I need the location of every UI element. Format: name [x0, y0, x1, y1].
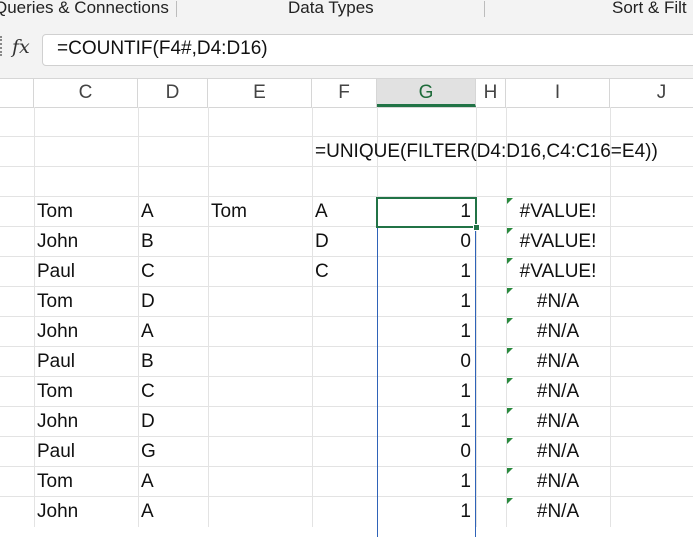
cell-f4[interactable]: A	[315, 197, 328, 227]
cell-c8[interactable]: John	[37, 317, 78, 347]
cell-g7[interactable]: 1	[377, 287, 471, 317]
cell-i6[interactable]: #VALUE!	[506, 257, 610, 287]
formula-input[interactable]: =COUNTIF(F4#,D4:D16)	[42, 34, 693, 66]
cell-d14[interactable]: A	[141, 497, 154, 527]
cell-i14[interactable]: #N/A	[506, 497, 610, 527]
cell-i12[interactable]: #N/A	[506, 437, 610, 467]
column-header-h[interactable]: H	[476, 79, 506, 107]
column-header-d[interactable]: D	[138, 79, 208, 107]
cell-c7[interactable]: Tom	[37, 287, 73, 317]
cell-i4[interactable]: #VALUE!	[506, 197, 610, 227]
cell-c14[interactable]: John	[37, 497, 78, 527]
ribbon-separator	[484, 1, 485, 17]
cell-g9[interactable]: 0	[377, 347, 471, 377]
cell-c5[interactable]: John	[37, 227, 78, 257]
column-header-j[interactable]: J	[610, 79, 693, 107]
cell-g12[interactable]: 0	[377, 437, 471, 467]
cell-i13[interactable]: #N/A	[506, 467, 610, 497]
column-header-f[interactable]: F	[312, 79, 377, 107]
ribbon-group-labels: Queries & Connections Data Types Sort & …	[0, 0, 693, 23]
formula-bar: fx =COUNTIF(F4#,D4:D16)	[0, 22, 693, 79]
column-header-c[interactable]: C	[34, 79, 138, 107]
ribbon-separator	[176, 1, 177, 17]
formula-bar-grip-icon[interactable]	[0, 36, 4, 56]
cell-g5[interactable]: 0	[377, 227, 471, 257]
cell-g10[interactable]: 1	[377, 377, 471, 407]
cell-c13[interactable]: Tom	[37, 467, 73, 497]
cell-g6[interactable]: 1	[377, 257, 471, 287]
ribbon-queries-connections[interactable]: Queries & Connections	[0, 0, 169, 18]
column-header-row: C D E F G H I J	[0, 79, 693, 108]
cell-d7[interactable]: D	[141, 287, 155, 317]
column-header-e[interactable]: E	[208, 79, 312, 107]
cell-d13[interactable]: A	[141, 467, 154, 497]
cell-i8[interactable]: #N/A	[506, 317, 610, 347]
cell-c11[interactable]: John	[37, 407, 78, 437]
gridline	[34, 107, 35, 527]
cell-f6[interactable]: C	[315, 257, 329, 287]
insert-function-icon[interactable]: fx	[12, 36, 30, 58]
cell-d8[interactable]: A	[141, 317, 154, 347]
cell-d4[interactable]: A	[141, 197, 154, 227]
gridline	[138, 107, 139, 527]
gridline	[476, 107, 477, 527]
cell-d9[interactable]: B	[141, 347, 154, 377]
fill-handle[interactable]	[473, 224, 480, 231]
cell-i11[interactable]: #N/A	[506, 407, 610, 437]
cell-f5[interactable]: D	[315, 227, 329, 257]
cell-e4[interactable]: Tom	[211, 197, 247, 227]
gridline	[610, 107, 611, 527]
column-header-g[interactable]: G	[377, 79, 476, 107]
cell-i10[interactable]: #N/A	[506, 377, 610, 407]
ribbon-sort-filter[interactable]: Sort & Filt	[612, 0, 687, 18]
cell-g13[interactable]: 1	[377, 467, 471, 497]
cell-g11[interactable]: 1	[377, 407, 471, 437]
cell-d10[interactable]: C	[141, 377, 155, 407]
cell-i7[interactable]: #N/A	[506, 287, 610, 317]
cell-c9[interactable]: Paul	[37, 347, 75, 377]
cell-c12[interactable]: Paul	[37, 437, 75, 467]
cell-g8[interactable]: 1	[377, 317, 471, 347]
gridline	[208, 107, 209, 527]
cell-d6[interactable]: C	[141, 257, 155, 287]
cell-c6[interactable]: Paul	[37, 257, 75, 287]
cell-c10[interactable]: Tom	[37, 377, 73, 407]
cell-d12[interactable]: G	[141, 437, 156, 467]
cell-c4[interactable]: Tom	[37, 197, 73, 227]
formula-note-cell[interactable]: =UNIQUE(FILTER(D4:D16,C4:C16=E4))	[315, 137, 658, 167]
worksheet-grid[interactable]: =UNIQUE(FILTER(D4:D16,C4:C16=E4)) Tom A …	[0, 107, 693, 537]
gridline	[312, 107, 313, 527]
cell-i9[interactable]: #N/A	[506, 347, 610, 377]
cell-i5[interactable]: #VALUE!	[506, 227, 610, 257]
cell-g4[interactable]: 1	[377, 197, 471, 227]
column-header-partial[interactable]	[0, 79, 34, 107]
column-header-i[interactable]: I	[506, 79, 610, 107]
cell-g14[interactable]: 1	[377, 497, 471, 527]
formula-text: =COUNTIF(F4#,D4:D16)	[57, 38, 268, 59]
cell-d11[interactable]: D	[141, 407, 155, 437]
ribbon-data-types[interactable]: Data Types	[288, 0, 374, 18]
cell-d5[interactable]: B	[141, 227, 154, 257]
